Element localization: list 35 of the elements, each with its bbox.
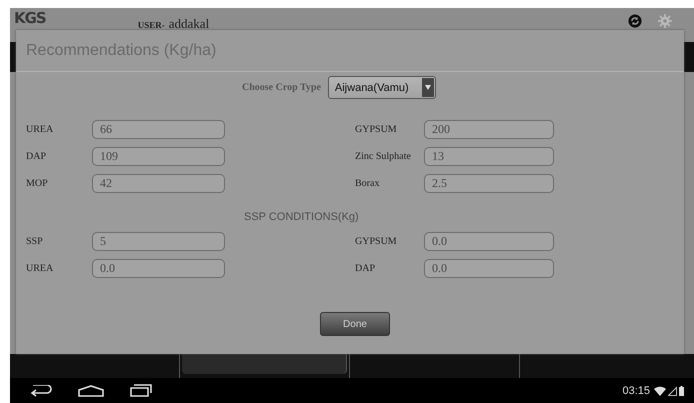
- crop-type-dropdown[interactable]: Aijwana(Vamu): [328, 76, 436, 99]
- field-label: SSP: [26, 236, 44, 247]
- value-field[interactable]: 200: [424, 120, 554, 139]
- value-field[interactable]: 5: [92, 232, 225, 251]
- value-field[interactable]: 13: [424, 147, 554, 166]
- clock-time: 03:15: [622, 384, 650, 396]
- value-field[interactable]: 42: [92, 174, 225, 193]
- sync-icon[interactable]: [628, 14, 642, 28]
- done-button[interactable]: Done: [320, 312, 390, 336]
- user-label: USER-: [138, 20, 165, 30]
- value-field[interactable]: 66: [92, 120, 225, 139]
- back-icon[interactable]: [28, 384, 54, 396]
- field-label: Borax: [355, 178, 380, 189]
- field-label: GYPSUM: [355, 124, 398, 135]
- field-label: DAP: [26, 151, 48, 162]
- field-label: MOP: [26, 178, 49, 189]
- recent-apps-icon[interactable]: [130, 384, 152, 397]
- crop-type-label: Choose Crop Type: [242, 82, 321, 93]
- section-heading: SSP CONDITIONS(Kg): [244, 211, 359, 223]
- field-label: GYPSUM: [355, 236, 398, 247]
- field-label: UREA: [26, 263, 54, 274]
- value-field[interactable]: 2.5: [424, 174, 554, 193]
- home-icon[interactable]: [78, 384, 104, 396]
- signal-icon: [668, 386, 677, 396]
- value-field[interactable]: 109: [92, 147, 225, 166]
- field-label: Zinc Sulphate: [355, 151, 412, 162]
- field-label: UREA: [26, 124, 54, 135]
- value-field[interactable]: 0.0: [424, 259, 554, 278]
- battery-icon: [679, 386, 684, 396]
- value-field[interactable]: 0.0: [424, 232, 554, 251]
- field-label: DAP: [355, 263, 376, 274]
- value-field[interactable]: 0.0: [92, 259, 225, 278]
- wifi-icon: [654, 386, 666, 396]
- user-name: addakal: [168, 17, 210, 31]
- app-logo: KGS: [14, 10, 46, 26]
